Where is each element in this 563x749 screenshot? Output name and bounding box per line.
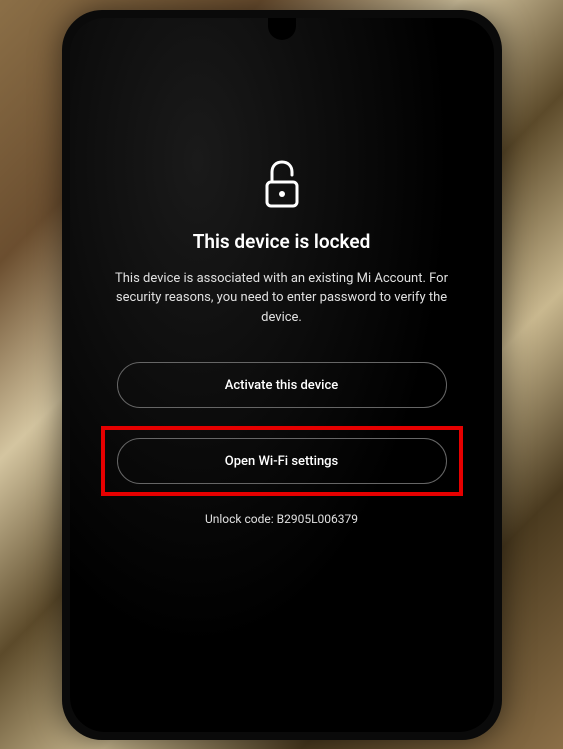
- annotation-highlight: Open Wi-Fi settings: [101, 426, 463, 496]
- unlock-code-text: Unlock code: B2905L006379: [205, 512, 358, 526]
- screen-notch: [268, 18, 296, 40]
- phone-screen: This device is locked This device is ass…: [70, 18, 494, 732]
- activate-device-button[interactable]: Activate this device: [117, 362, 447, 408]
- open-wifi-settings-button[interactable]: Open Wi-Fi settings: [117, 438, 447, 484]
- unlock-icon: [261, 158, 303, 210]
- phone-frame: This device is locked This device is ass…: [62, 10, 502, 740]
- lock-description: This device is associated with an existi…: [70, 269, 494, 328]
- lock-title: This device is locked: [193, 230, 371, 253]
